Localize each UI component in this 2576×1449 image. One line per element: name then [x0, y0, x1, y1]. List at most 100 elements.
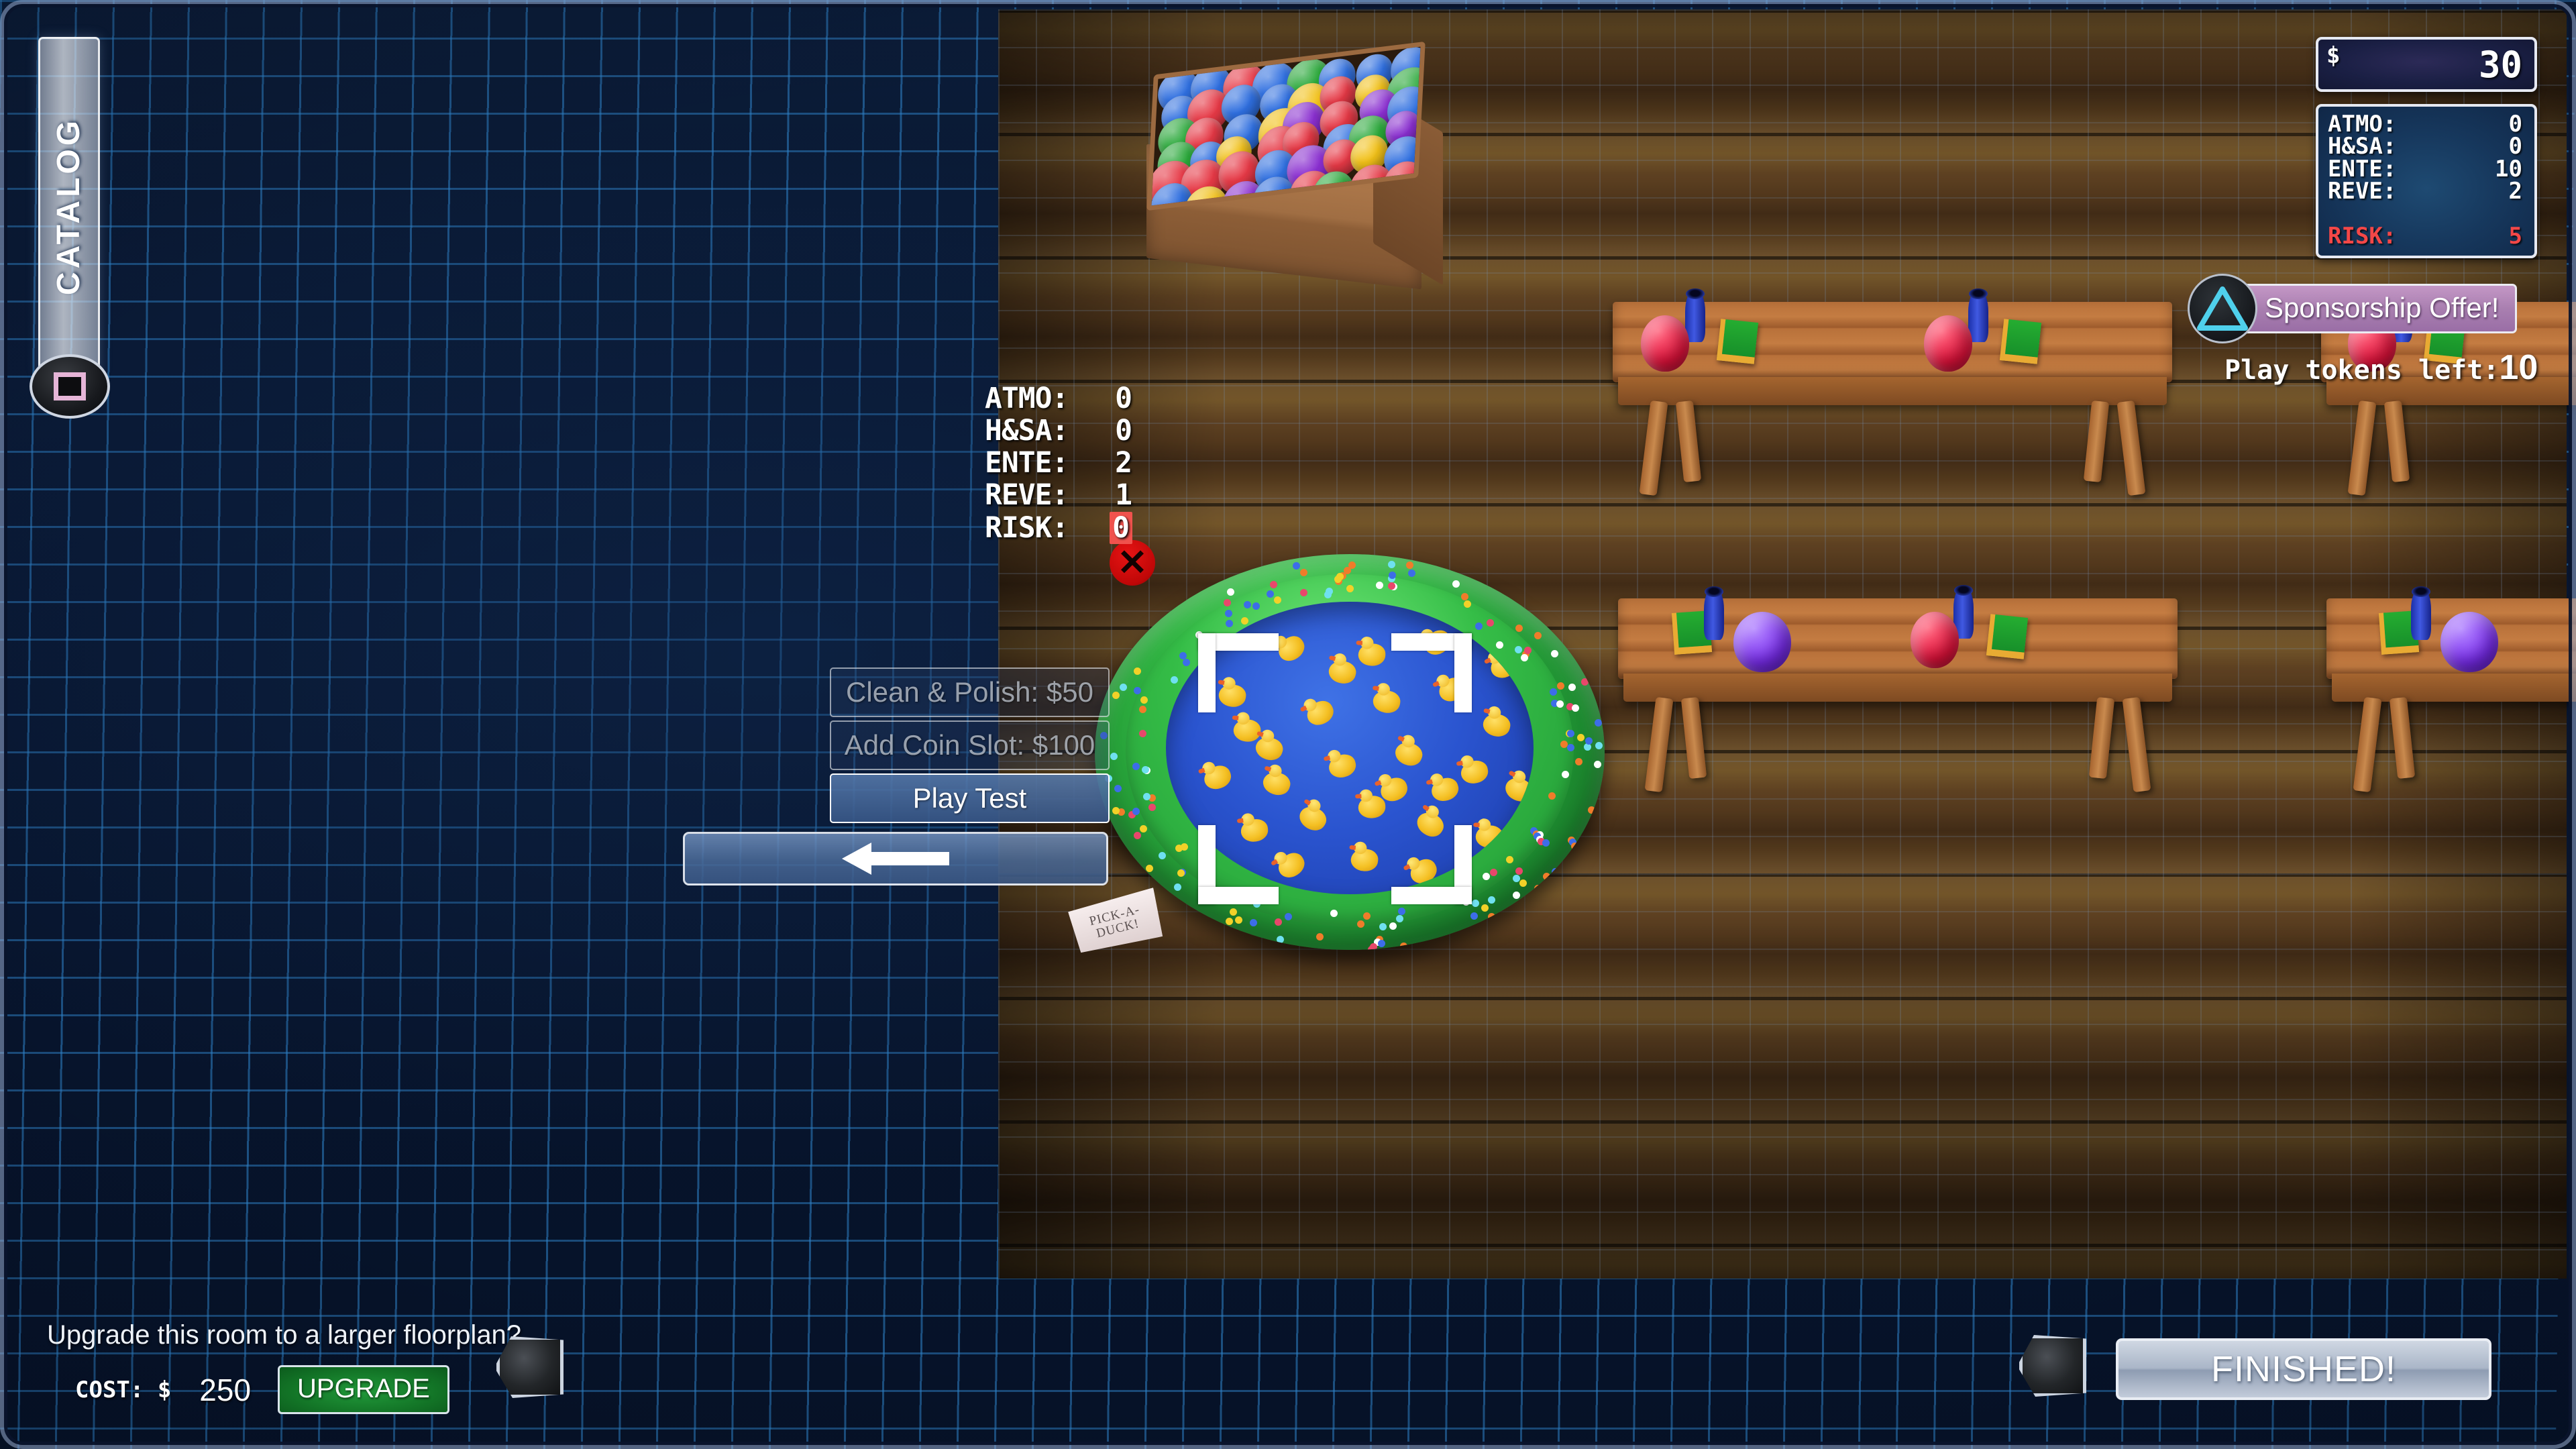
- pool-dot: [1487, 619, 1495, 627]
- back-button[interactable]: [683, 832, 1108, 885]
- pool-dot: [1470, 912, 1478, 920]
- risk-row: RISK: 5: [2328, 225, 2522, 248]
- rubber-duck: [1260, 769, 1293, 799]
- pool-dot: [1224, 599, 1232, 607]
- stat-label: H&SA:: [2328, 133, 2397, 160]
- rubber-duck: [1459, 758, 1491, 786]
- pool-dot: [1595, 742, 1603, 750]
- pool-dot: [1549, 688, 1557, 696]
- pool-dot: [1235, 916, 1243, 924]
- rubber-duck: [1481, 710, 1513, 739]
- pool-dot: [1110, 753, 1118, 761]
- play-test-button[interactable]: Play Test: [830, 773, 1110, 823]
- add-coin-slot-button[interactable]: Add Coin Slot: $100: [830, 720, 1110, 770]
- rubber-duck: [1303, 697, 1338, 730]
- prop-stat-value: 0: [1115, 414, 1132, 448]
- pool-dot: [1544, 875, 1552, 883]
- close-x-icon: ✕: [1117, 543, 1148, 583]
- bench-apron: [1618, 377, 2167, 405]
- delete-prop-button[interactable]: ✕: [1110, 540, 1155, 586]
- pool-dot: [1378, 940, 1386, 948]
- pool-dot: [1326, 588, 1334, 596]
- prize-book-green: [1999, 319, 2042, 364]
- prize-cup-blue: [1685, 288, 1705, 342]
- prop-risk-value: 0: [1110, 511, 1132, 544]
- risk-label: RISK:: [2328, 223, 2397, 250]
- stat-value: 0: [2508, 111, 2522, 138]
- pool-dot: [1594, 718, 1602, 727]
- rubber-duck: [1326, 658, 1358, 686]
- prop-stat-label: ATMO:: [985, 382, 1069, 415]
- rubber-duck: [1273, 632, 1309, 666]
- pool-dot: [1276, 935, 1284, 943]
- pool-dot: [1181, 843, 1189, 851]
- money-panel: $ 30: [2316, 37, 2537, 92]
- pool-dot: [1133, 832, 1141, 840]
- pool-dot: [1139, 706, 1147, 714]
- pool-dot: [1275, 918, 1283, 926]
- upgrade-cost-row: COST: $ 250 UPGRADE: [47, 1365, 521, 1414]
- stat-value: 10: [2495, 155, 2522, 182]
- pool-dot: [1226, 588, 1234, 596]
- clean-and-polish-button[interactable]: Clean & Polish: $50: [830, 667, 1110, 717]
- pool-dot: [1336, 572, 1344, 580]
- selection-bracket: [1198, 633, 1216, 712]
- rubber-duck: [1391, 739, 1426, 770]
- upgrade-button[interactable]: UPGRADE: [278, 1365, 449, 1414]
- pool-dot: [1506, 856, 1514, 864]
- pool-dot: [1316, 932, 1324, 941]
- sponsorship-offer-label[interactable]: Sponsorship Offer!: [2243, 284, 2518, 333]
- pool-dot: [1389, 922, 1397, 930]
- pool-dot: [1483, 873, 1491, 881]
- sponsorship-badge[interactable]: [2188, 274, 2257, 343]
- pool-dot: [1395, 914, 1403, 922]
- rubber-duck: [1475, 824, 1503, 848]
- pool-dot: [1357, 920, 1365, 928]
- pool-dot: [1534, 884, 1542, 892]
- finished-button[interactable]: FINISHED!: [2116, 1338, 2491, 1400]
- prize-book-green: [1986, 614, 2029, 659]
- pool-dot: [1173, 883, 1181, 892]
- pool-dot: [1490, 868, 1498, 876]
- pick-a-duck-pool[interactable]: [1095, 554, 1605, 950]
- room-upgrade-panel: Upgrade this room to a larger floorplan?…: [47, 1320, 521, 1414]
- pool-dot: [1134, 686, 1142, 694]
- pool-dot: [1464, 600, 1471, 608]
- pool-dot: [1138, 729, 1146, 737]
- pool-dot: [1300, 569, 1308, 577]
- pool-dot: [1515, 867, 1523, 875]
- pool-dot: [1132, 808, 1140, 815]
- rubber-duck: [1413, 808, 1448, 842]
- pool-dot: [1556, 700, 1564, 708]
- pool-dot: [1521, 653, 1529, 661]
- pool-dot: [1594, 760, 1602, 768]
- pool-dot: [1243, 601, 1251, 608]
- selection-bracket: [1391, 887, 1472, 904]
- prop-stat-risk-row: RISK: 0: [985, 511, 1132, 545]
- upgrade-cost-value: 250: [199, 1372, 252, 1407]
- pool-dot: [1225, 619, 1233, 627]
- catalog-tab[interactable]: CATALOG: [38, 37, 100, 376]
- rubber-duck: [1326, 751, 1358, 781]
- prop-risk-label: RISK:: [985, 511, 1069, 545]
- pool-dot: [1488, 912, 1496, 920]
- catalog-toggle-knob[interactable]: [30, 354, 110, 419]
- pool-dot: [1550, 649, 1558, 657]
- rubber-duck: [1429, 775, 1462, 804]
- prop-stat-row: ATMO: 0: [985, 382, 1132, 415]
- pool-dot: [1299, 589, 1307, 597]
- pool-dot: [1515, 625, 1523, 633]
- pool-dot: [1452, 580, 1460, 588]
- currency-symbol: $: [2326, 42, 2341, 69]
- upgrade-cost-label: COST: $: [75, 1376, 172, 1403]
- prop-stat-value: 2: [1115, 446, 1132, 480]
- prize-balloon-purple: [2440, 612, 2498, 672]
- rubber-duck: [1358, 643, 1386, 667]
- sponsorship-offer[interactable]: Sponsorship Offer!: [2188, 274, 2518, 343]
- rubber-duck: [1217, 682, 1248, 709]
- ball-pit-crate[interactable]: [1137, 41, 1446, 290]
- pool-dot: [1587, 806, 1595, 814]
- pool-dot: [1515, 646, 1523, 654]
- pool-dot: [1267, 590, 1275, 598]
- pool-dot: [1158, 851, 1166, 859]
